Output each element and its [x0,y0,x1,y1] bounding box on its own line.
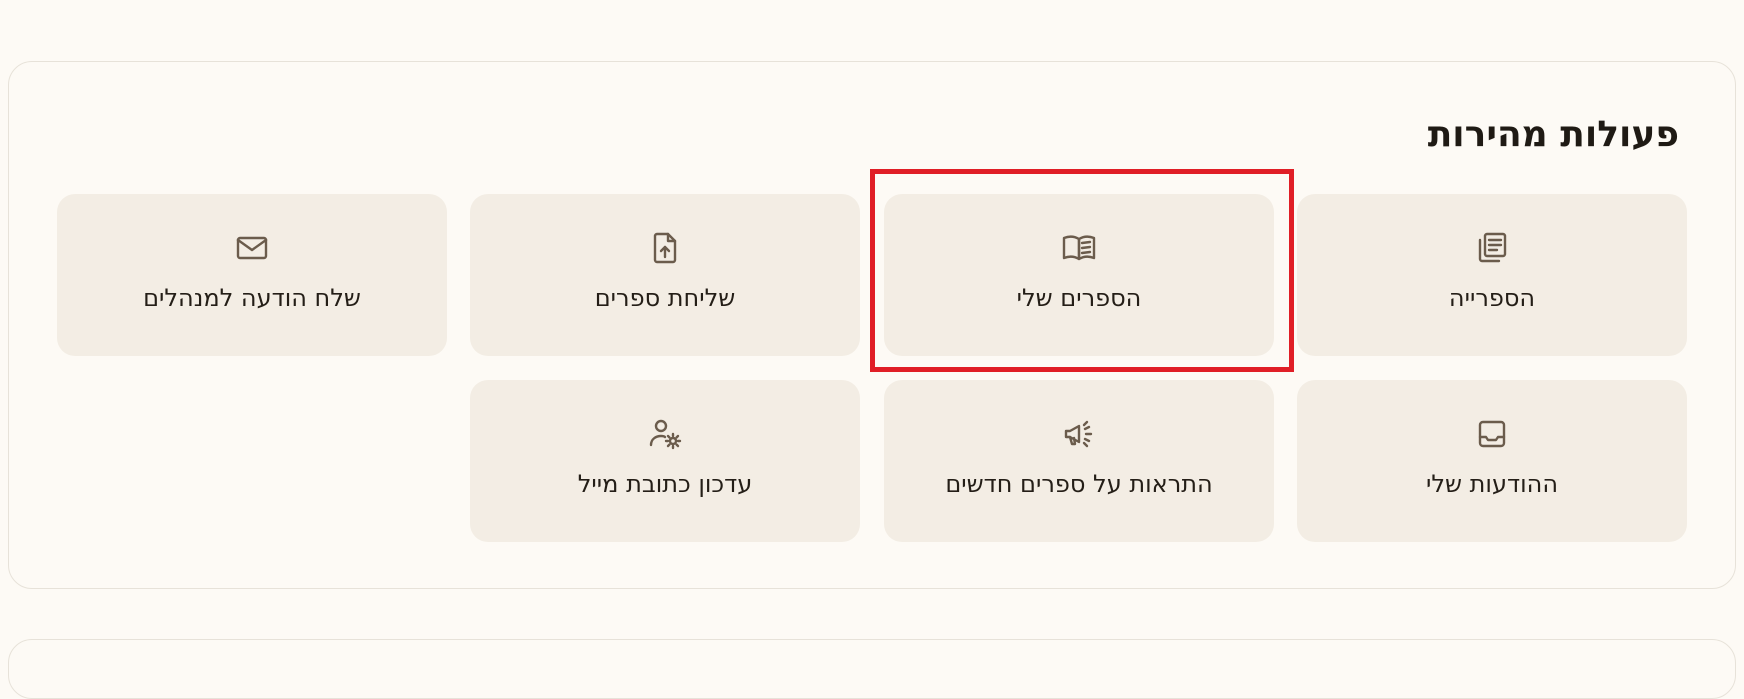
next-panel [8,639,1736,699]
tile-new-books-alerts[interactable]: התראות על ספרים חדשים [884,380,1274,542]
tile-my-messages[interactable]: ההודעות שלי [1297,380,1687,542]
tile-my-messages-label: ההודעות שלי [1426,470,1558,498]
tile-new-books-alerts-label: התראות על ספרים חדשים [945,470,1213,498]
tile-send-books[interactable]: שליחת ספרים [470,194,860,356]
tile-update-email-label: עדכון כתובת מייל [577,470,753,498]
tile-my-books[interactable]: הספרים שלי [884,194,1274,356]
tile-library[interactable]: הספרייה [1297,194,1687,356]
mail-icon [234,230,270,266]
file-upload-icon [647,230,683,266]
user-settings-icon [647,416,683,452]
tile-update-email[interactable]: עדכון כתובת מייל [470,380,860,542]
tile-message-admins[interactable]: שלח הודעה למנהלים [57,194,447,356]
open-book-icon [1061,230,1097,266]
tile-my-books-label: הספרים שלי [1016,284,1142,312]
library-icon [1474,230,1510,266]
inbox-icon [1474,416,1510,452]
tile-send-books-label: שליחת ספרים [594,284,736,312]
tile-message-admins-label: שלח הודעה למנהלים [143,284,361,312]
tile-library-label: הספרייה [1448,284,1536,312]
megaphone-icon [1061,416,1097,452]
quick-actions-title: פעולות מהירות [1427,114,1679,155]
